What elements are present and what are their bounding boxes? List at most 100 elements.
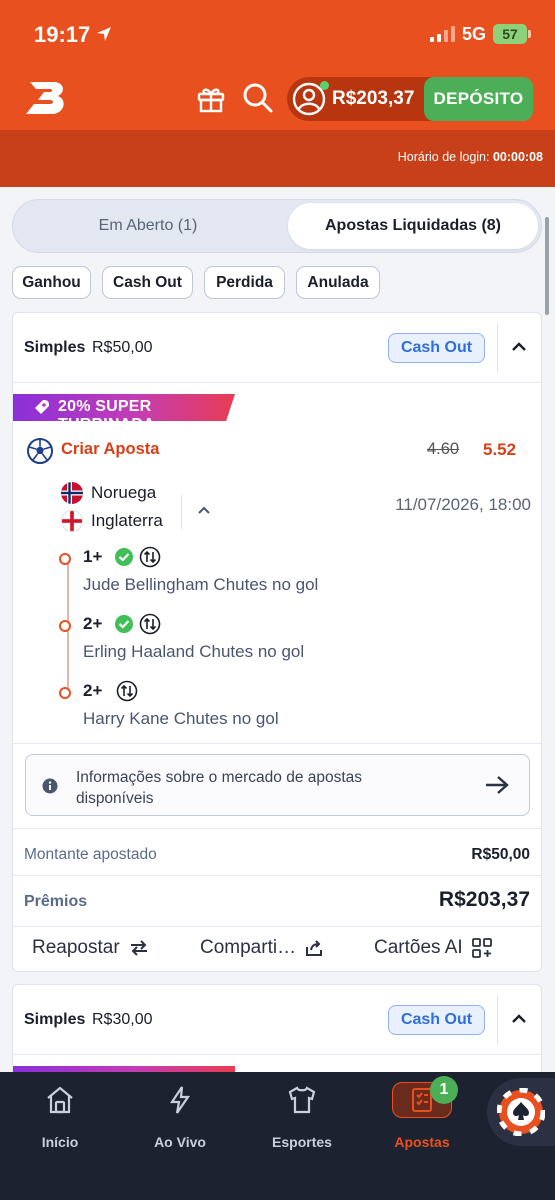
chevron-up-icon[interactable]	[511, 341, 527, 353]
check-circle-icon	[115, 548, 133, 566]
app-header-area: 19:17 5G 57 R$203,37 DEPÓSITO Horário de…	[0, 0, 555, 187]
header-divider	[497, 995, 498, 1045]
nav-sports-label: Esportes	[272, 1134, 332, 1150]
header-divider	[497, 323, 498, 373]
bet-amount: R$30,00	[92, 1011, 153, 1028]
jersey-icon	[288, 1086, 316, 1114]
nav-home-label: Início	[41, 1134, 79, 1150]
divider	[13, 926, 541, 927]
tab-settled-bets[interactable]: Apostas Liquidadas (8)	[288, 203, 538, 249]
teams-divider	[181, 495, 182, 529]
login-time-text: Horário de login: 00:00:08	[398, 150, 543, 164]
bet-card-header[interactable]: Simples R$30,00 Cash Out	[13, 985, 541, 1055]
bet-card-header[interactable]: Simples R$50,00 Cash Out	[13, 313, 541, 383]
team-home: Noruega	[61, 481, 156, 505]
super-boost-banner: 20% SUPER TURBINADA	[13, 394, 235, 421]
nav-live-label: Ao Vivo	[154, 1134, 206, 1150]
login-time-label: Horário de login:	[397, 150, 490, 164]
info-icon	[42, 778, 58, 794]
chevron-up-icon[interactable]	[511, 1013, 527, 1025]
arrow-right-icon[interactable]	[484, 774, 510, 796]
selection-item: 1+ Jude Bellingham Chutes no gol	[59, 543, 529, 603]
betano-logo-icon[interactable]	[24, 78, 68, 118]
bet-status-tabs: Em Aberto (1) Apostas Liquidadas (8)	[12, 199, 542, 253]
scrollbar[interactable]	[545, 217, 549, 315]
chevron-up-icon[interactable]	[197, 505, 211, 515]
cashout-badge: Cash Out	[388, 1005, 485, 1035]
selection-description: Jude Bellingham Chutes no gol	[83, 575, 319, 594]
ai-cards-label: Cartões AI	[374, 937, 463, 958]
bet-type: Simples	[24, 339, 86, 356]
repeat-icon	[130, 940, 147, 956]
nav-bets-label: Apostas	[394, 1134, 450, 1150]
grid-add-icon	[471, 938, 492, 958]
poker-chip-icon	[497, 1088, 545, 1136]
login-time-bar: Horário de login: 00:00:08	[0, 130, 555, 187]
cashout-badge: Cash Out	[388, 333, 485, 363]
bet-amount: R$50,00	[92, 339, 153, 356]
swap-icon[interactable]	[139, 613, 161, 635]
bet-actions: Reapostar Comparti… Cartões AI	[13, 931, 541, 971]
swap-icon[interactable]	[139, 546, 161, 568]
share-button[interactable]: Comparti…	[200, 937, 324, 959]
check-circle-icon	[115, 615, 133, 633]
wallet-balance-pill[interactable]: R$203,37 DEPÓSITO	[287, 77, 533, 121]
balance-amount[interactable]: R$203,37	[332, 88, 414, 110]
network-type: 5G	[462, 24, 487, 44]
login-time-value: 00:00:08	[492, 150, 543, 164]
nav-live[interactable]: Ao Vivo	[130, 1082, 230, 1152]
top-header: R$203,37 DEPÓSITO	[0, 68, 555, 130]
casino-button[interactable]	[487, 1078, 555, 1146]
market-info-box[interactable]: Informações sobre o mercado de apostas d…	[25, 754, 530, 816]
online-status-dot	[320, 81, 329, 90]
selection-marker	[59, 687, 71, 699]
prize-label: Prêmios	[24, 893, 88, 910]
stake-value: R$50,00	[471, 846, 530, 863]
soccer-ball-icon	[27, 438, 53, 464]
team-home-name: Noruega	[91, 483, 157, 502]
bets-count-badge: 1	[430, 1076, 458, 1104]
prize-row: Prêmios R$203,37	[13, 885, 541, 925]
tab-open-bets[interactable]: Em Aberto (1)	[17, 203, 279, 249]
swap-icon[interactable]	[116, 680, 138, 702]
nav-home[interactable]: Início	[10, 1082, 110, 1152]
selection-marker	[59, 553, 71, 565]
england-flag-icon	[61, 510, 83, 532]
prize-value: R$203,37	[438, 888, 530, 911]
share-icon	[306, 940, 323, 956]
status-time: 19:17	[34, 22, 91, 47]
nav-sports[interactable]: Esportes	[252, 1082, 352, 1152]
rebet-button[interactable]: Reapostar	[32, 937, 150, 959]
selection-line: 2+	[83, 681, 103, 700]
selection-marker	[59, 620, 71, 632]
deposit-button[interactable]: DEPÓSITO	[424, 77, 533, 121]
filter-won[interactable]: Ganhou	[12, 266, 91, 299]
selection-description: Erling Haaland Chutes no gol	[83, 642, 305, 661]
bets-content[interactable]: Em Aberto (1) Apostas Liquidadas (8) Gan…	[0, 187, 555, 1072]
ai-cards-button[interactable]: Cartões AI	[374, 937, 493, 959]
market-row: Criar Aposta 4.60 5.52	[13, 435, 541, 465]
selection-item: 2+ Harry Kane Chutes no gol	[59, 677, 529, 737]
filter-void[interactable]: Anulada	[296, 266, 380, 299]
team-away-name: Inglaterra	[91, 511, 163, 530]
boosted-odds: 5.52	[483, 440, 517, 459]
selection-line: 1+	[83, 547, 103, 566]
home-icon	[47, 1086, 73, 1114]
market-name: Criar Aposta	[61, 440, 160, 458]
super-boost-label: 20% SUPER TURBINADA	[58, 398, 155, 433]
lightning-icon	[169, 1086, 191, 1114]
share-label: Comparti…	[200, 937, 297, 958]
gift-icon[interactable]	[196, 84, 226, 114]
market-info-text: Informações sobre o mercado de apostas d…	[76, 769, 363, 807]
bet-card: Simples R$50,00 Cash Out 20% SUPER TURBI…	[12, 312, 542, 972]
battery-icon: 57	[493, 24, 527, 44]
divider	[13, 875, 541, 876]
match-datetime: 11/07/2026, 18:00	[395, 495, 531, 514]
filter-cashout[interactable]: Cash Out	[102, 266, 193, 299]
bet-type: Simples	[24, 1011, 86, 1028]
selection-description: Harry Kane Chutes no gol	[83, 709, 279, 728]
rebet-label: Reapostar	[32, 937, 120, 958]
search-icon[interactable]	[242, 82, 274, 114]
filter-lost[interactable]: Perdida	[204, 266, 285, 299]
bottom-nav: Início Ao Vivo Esportes Apostas 1	[0, 1072, 555, 1200]
